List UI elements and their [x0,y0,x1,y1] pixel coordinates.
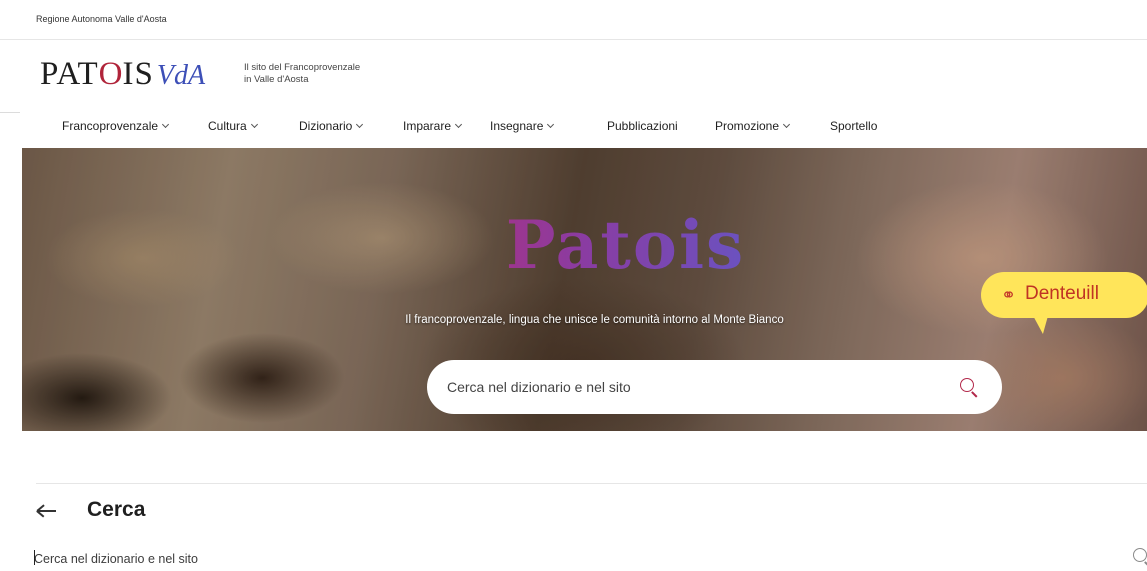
chevron-down-icon [250,120,258,129]
chevron-down-icon [547,120,555,129]
nav-item-cultura[interactable]: Cultura [208,119,258,133]
nav-item-pubblicazioni[interactable]: Pubblicazioni [607,119,678,133]
nav-item-imparare[interactable]: Imparare [403,119,463,133]
nav-item-insegnare[interactable]: Insegnare [490,119,555,133]
nav-item-label: Imparare [403,119,452,133]
search-icon[interactable] [1131,546,1147,568]
hero-title: Patois [22,206,1147,284]
search-input[interactable] [34,549,934,569]
nav-item-label: Promozione [715,119,780,133]
chevron-down-icon [356,120,364,129]
tagline-line-2: in Valle d'Aosta [244,74,309,85]
logo-text-pat: PAT [40,56,99,92]
chevron-down-icon [454,120,463,129]
logo-text-o: O [98,56,123,92]
nav-item-label: Sportello [830,119,878,133]
chevron-down-icon [162,120,170,129]
denteuill-label: Denteuill [1025,283,1099,304]
site-logo[interactable]: PAT O IS VdA [40,56,205,93]
ear-icon: ⚭ [1001,285,1017,305]
nav-item-promozione[interactable]: Promozione [715,119,791,133]
region-link[interactable]: Regione Autonoma Valle d'Aosta [36,14,167,24]
hero-banner: Patois Il francoprovenzale, lingua che u… [22,148,1147,431]
nav-item-sportello[interactable]: Sportello [830,119,877,133]
section-divider [36,483,1147,484]
hero-search-box [427,360,1002,414]
nav-item-label: Cultura [208,119,247,133]
tagline-line-1: Il sito del Francoprovenzale [244,62,361,73]
nav-item-label: Francoprovenzale [62,119,159,133]
nav-item-label: Insegnare [490,119,544,133]
page-title: Cerca [87,498,146,521]
nav-item-francoprovenzale[interactable]: Francoprovenzale [62,119,170,133]
chevron-down-icon [782,120,791,129]
site-tagline: Il sito del Francoprovenzale in Valle d'… [244,62,394,86]
hero-search-input[interactable] [447,373,927,401]
arrow-left-icon[interactable] [35,502,57,520]
text-cursor [34,550,35,565]
nav-item-dizionario[interactable]: Dizionario [299,119,364,133]
nav-item-label: Pubblicazioni [607,119,678,133]
top-bar: Regione Autonoma Valle d'Aosta [0,0,1147,40]
main-nav: Francoprovenzale Cultura Dizionario Impa… [0,112,1147,148]
logo-text-vda: VdA [156,60,206,91]
denteuill-button[interactable]: ⚭ Denteuill [981,272,1147,318]
search-icon[interactable] [958,376,980,398]
logo-text-is: IS [122,56,154,92]
hero-subtitle: Il francoprovenzale, lingua che unisce l… [405,314,784,326]
header: PAT O IS VdA Il sito del Francoprovenzale i… [0,40,1147,112]
nav-item-label: Dizionario [299,119,353,133]
